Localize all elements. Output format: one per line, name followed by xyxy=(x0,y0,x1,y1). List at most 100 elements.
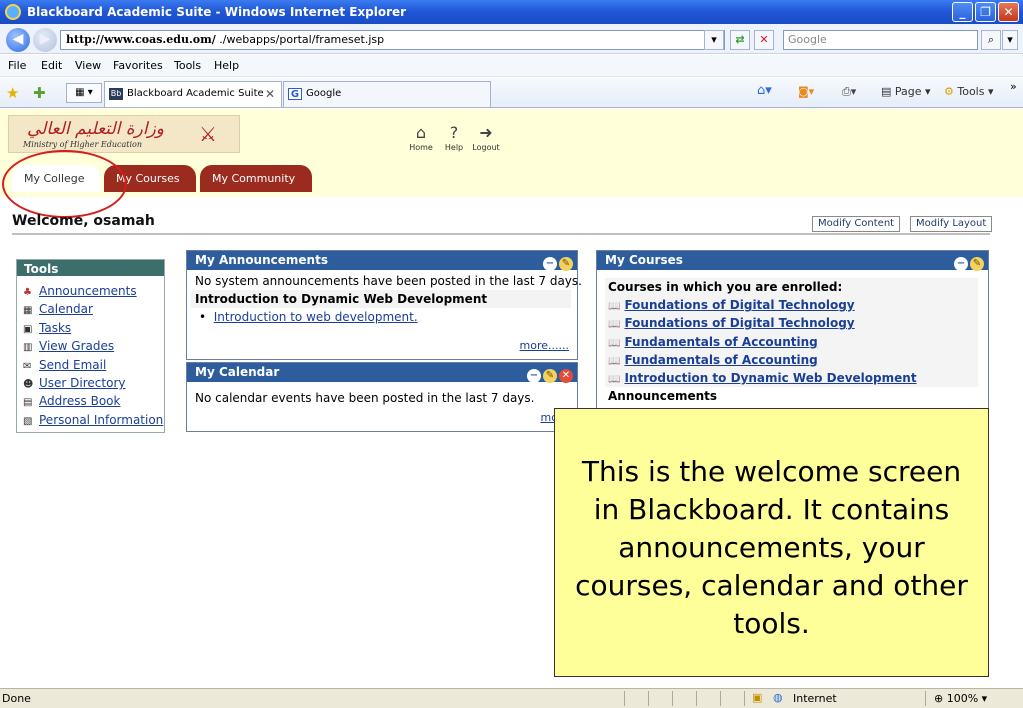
tool-send-email[interactable]: ✉ Send Email xyxy=(23,356,164,374)
add-favorite-icon[interactable]: ✚ xyxy=(33,84,46,102)
id-card-icon: ▧ xyxy=(23,415,33,427)
announcement-link[interactable]: Introduction to web development. xyxy=(214,310,418,324)
minimize-icon[interactable]: − xyxy=(543,257,557,271)
tools-panel: Tools ♣ Announcements ▦ Calendar ▣ Tasks ▥ V… xyxy=(16,259,165,433)
feeds-icon[interactable]: ◙▾ xyxy=(798,85,814,98)
tool-announcements[interactable]: ♣ Announcements xyxy=(23,282,164,300)
browser-tab-google[interactable]: G Google xyxy=(283,81,491,107)
search-input[interactable]: Google xyxy=(783,30,978,50)
search-options-icon[interactable]: ▾ xyxy=(1002,30,1018,50)
browser-tab-label: Blackboard Academic Suite xyxy=(127,88,264,99)
status-text: Done xyxy=(2,692,31,705)
book-icon: 📖 xyxy=(608,319,621,331)
book-icon: 📖 xyxy=(608,373,621,385)
url-path: ./webapps/portal/frameset.jsp xyxy=(219,33,385,46)
megaphone-icon: ♣ xyxy=(23,287,32,298)
address-book-icon: ▤ xyxy=(23,397,33,409)
google-tab-icon: G xyxy=(288,88,302,100)
tools-list: ♣ Announcements ▦ Calendar ▣ Tasks ▥ View Gr… xyxy=(17,279,164,429)
bullet-icon: • xyxy=(199,310,207,324)
search-icon[interactable]: ⌕ xyxy=(981,30,1001,50)
minimize-icon[interactable]: − xyxy=(527,369,541,383)
ie-icon xyxy=(5,4,21,20)
minimize-icon[interactable]: − xyxy=(954,257,968,271)
menu-bar: File Edit View Favorites Tools Help xyxy=(0,55,1023,77)
welcome-heading: Welcome, osamah xyxy=(12,213,155,229)
announcements-portlet: My Announcements − ✎ No system announceme… xyxy=(186,250,582,360)
calendar-portlet: My Calendar − ✎ ✕ No calendar events have … xyxy=(186,362,578,432)
close-window-button[interactable]: ✕ xyxy=(998,2,1019,22)
modify-layout-button[interactable]: Modify Layout xyxy=(910,216,993,232)
portal-header: وزارة التعليم العالي Ministry of Higher … xyxy=(0,109,1023,197)
maximize-button[interactable]: ❐ xyxy=(975,2,996,22)
refresh-icon[interactable]: ⇄ xyxy=(730,30,750,50)
url-dropdown-icon[interactable]: ▾ xyxy=(704,30,724,50)
home-command-icon[interactable]: ⌂▾ xyxy=(757,83,772,98)
tool-address-book[interactable]: ▤ Address Book xyxy=(23,392,164,410)
home-link[interactable]: ⌂ Home xyxy=(405,123,437,152)
browser-tab-blackboard[interactable]: Bb Blackboard Academic Suite ✕ xyxy=(104,81,282,107)
course-item[interactable]: 📖 Foundations of Digital Technology xyxy=(605,296,978,315)
announcements-header: My Announcements − ✎ xyxy=(187,251,577,271)
print-icon[interactable]: ⎙▾ xyxy=(842,85,856,99)
ministry-logo: وزارة التعليم العالي Ministry of Higher … xyxy=(8,115,240,153)
quick-tabs-icon[interactable]: ▦ ▾ xyxy=(66,83,102,103)
close-icon[interactable]: ✕ xyxy=(559,369,573,383)
menu-favorites[interactable]: Favorites xyxy=(113,59,163,72)
tool-personal-information[interactable]: ▧ Personal Information xyxy=(23,411,164,429)
tab-close-icon[interactable]: ✕ xyxy=(265,82,275,106)
menu-edit[interactable]: Edit xyxy=(41,59,62,72)
tools-title: Tools xyxy=(17,260,164,279)
course-item[interactable]: 📖 Foundations of Digital Technology xyxy=(605,314,978,333)
protected-mode-icon[interactable]: ▣ xyxy=(752,691,762,704)
announcements-more-link[interactable]: more...... xyxy=(520,339,569,352)
tasks-icon: ▣ xyxy=(23,323,33,335)
stop-icon[interactable]: ✕ xyxy=(754,30,774,50)
book-icon: 📖 xyxy=(608,337,621,349)
tool-user-directory[interactable]: ☻ User Directory xyxy=(23,374,164,392)
courses-announcements-label: Announcements xyxy=(605,387,978,406)
url-input[interactable]: http://www.coas.edu.om/ ./webapps/portal… xyxy=(60,30,725,50)
menu-help[interactable]: Help xyxy=(214,59,239,72)
course-item[interactable]: 📖 Fundamentals of Accounting xyxy=(605,350,978,369)
menu-tools[interactable]: Tools xyxy=(174,59,201,72)
grades-icon: ▥ xyxy=(23,342,33,354)
edit-icon[interactable]: ✎ xyxy=(970,257,984,271)
explanation-callout: This is the welcome screen in Blackboard… xyxy=(554,408,989,677)
calendar-header: My Calendar − ✎ ✕ xyxy=(187,363,577,383)
tab-my-community[interactable]: My Community xyxy=(200,165,312,192)
envelope-icon: ✉ xyxy=(23,360,32,372)
forward-button[interactable]: ▶ xyxy=(33,28,57,52)
edit-icon[interactable]: ✎ xyxy=(559,257,573,271)
home-icon: ⌂ xyxy=(415,123,427,142)
back-button[interactable]: ◀ xyxy=(6,28,30,52)
zoom-level[interactable]: ⊕ 100% ▾ xyxy=(934,692,987,705)
courses-header: My Courses − ✎ xyxy=(597,251,988,271)
favorites-star-icon[interactable]: ★ xyxy=(6,84,19,102)
tool-tasks[interactable]: ▣ Tasks xyxy=(23,319,164,337)
course-item[interactable]: 📖 Introduction to Dynamic Web Development xyxy=(605,368,978,388)
announcement-item: • Introduction to web development. xyxy=(187,308,577,326)
modify-content-button[interactable]: Modify Content xyxy=(812,216,901,232)
page-menu[interactable]: ▤ Page ▾ xyxy=(881,85,931,98)
tools-menu[interactable]: ⚙ Tools ▾ xyxy=(944,85,994,98)
menu-file[interactable]: File xyxy=(8,59,26,72)
logout-link[interactable]: ➜ Logout xyxy=(470,123,502,152)
more-commands-icon[interactable]: » xyxy=(1010,80,1017,93)
course-item[interactable]: 📖 Fundamentals of Accounting xyxy=(605,332,978,351)
logout-icon: ➜ xyxy=(479,123,493,142)
menu-view[interactable]: View xyxy=(75,59,101,72)
edit-icon[interactable]: ✎ xyxy=(543,369,557,383)
help-link[interactable]: ? Help xyxy=(438,123,470,152)
calendar-empty-text: No calendar events have been posted in t… xyxy=(195,391,535,405)
logo-english-text: Ministry of Higher Education xyxy=(23,140,143,149)
courses-heading: Courses in which you are enrolled: xyxy=(605,278,978,297)
tool-view-grades[interactable]: ▥ View Grades xyxy=(23,337,164,355)
tool-calendar[interactable]: ▦ Calendar xyxy=(23,300,164,318)
logo-arabic-text: وزارة التعليم العالي xyxy=(27,119,165,139)
announcements-title: My Announcements xyxy=(195,253,328,267)
browser-tabs-bar: ★ ✚ ▦ ▾ Bb Blackboard Academic Suite ✕ G… xyxy=(0,78,1023,108)
minimize-button[interactable]: _ xyxy=(952,2,973,22)
crossed-swords-icon: ⚔ xyxy=(199,122,217,146)
welcome-divider xyxy=(12,233,990,235)
